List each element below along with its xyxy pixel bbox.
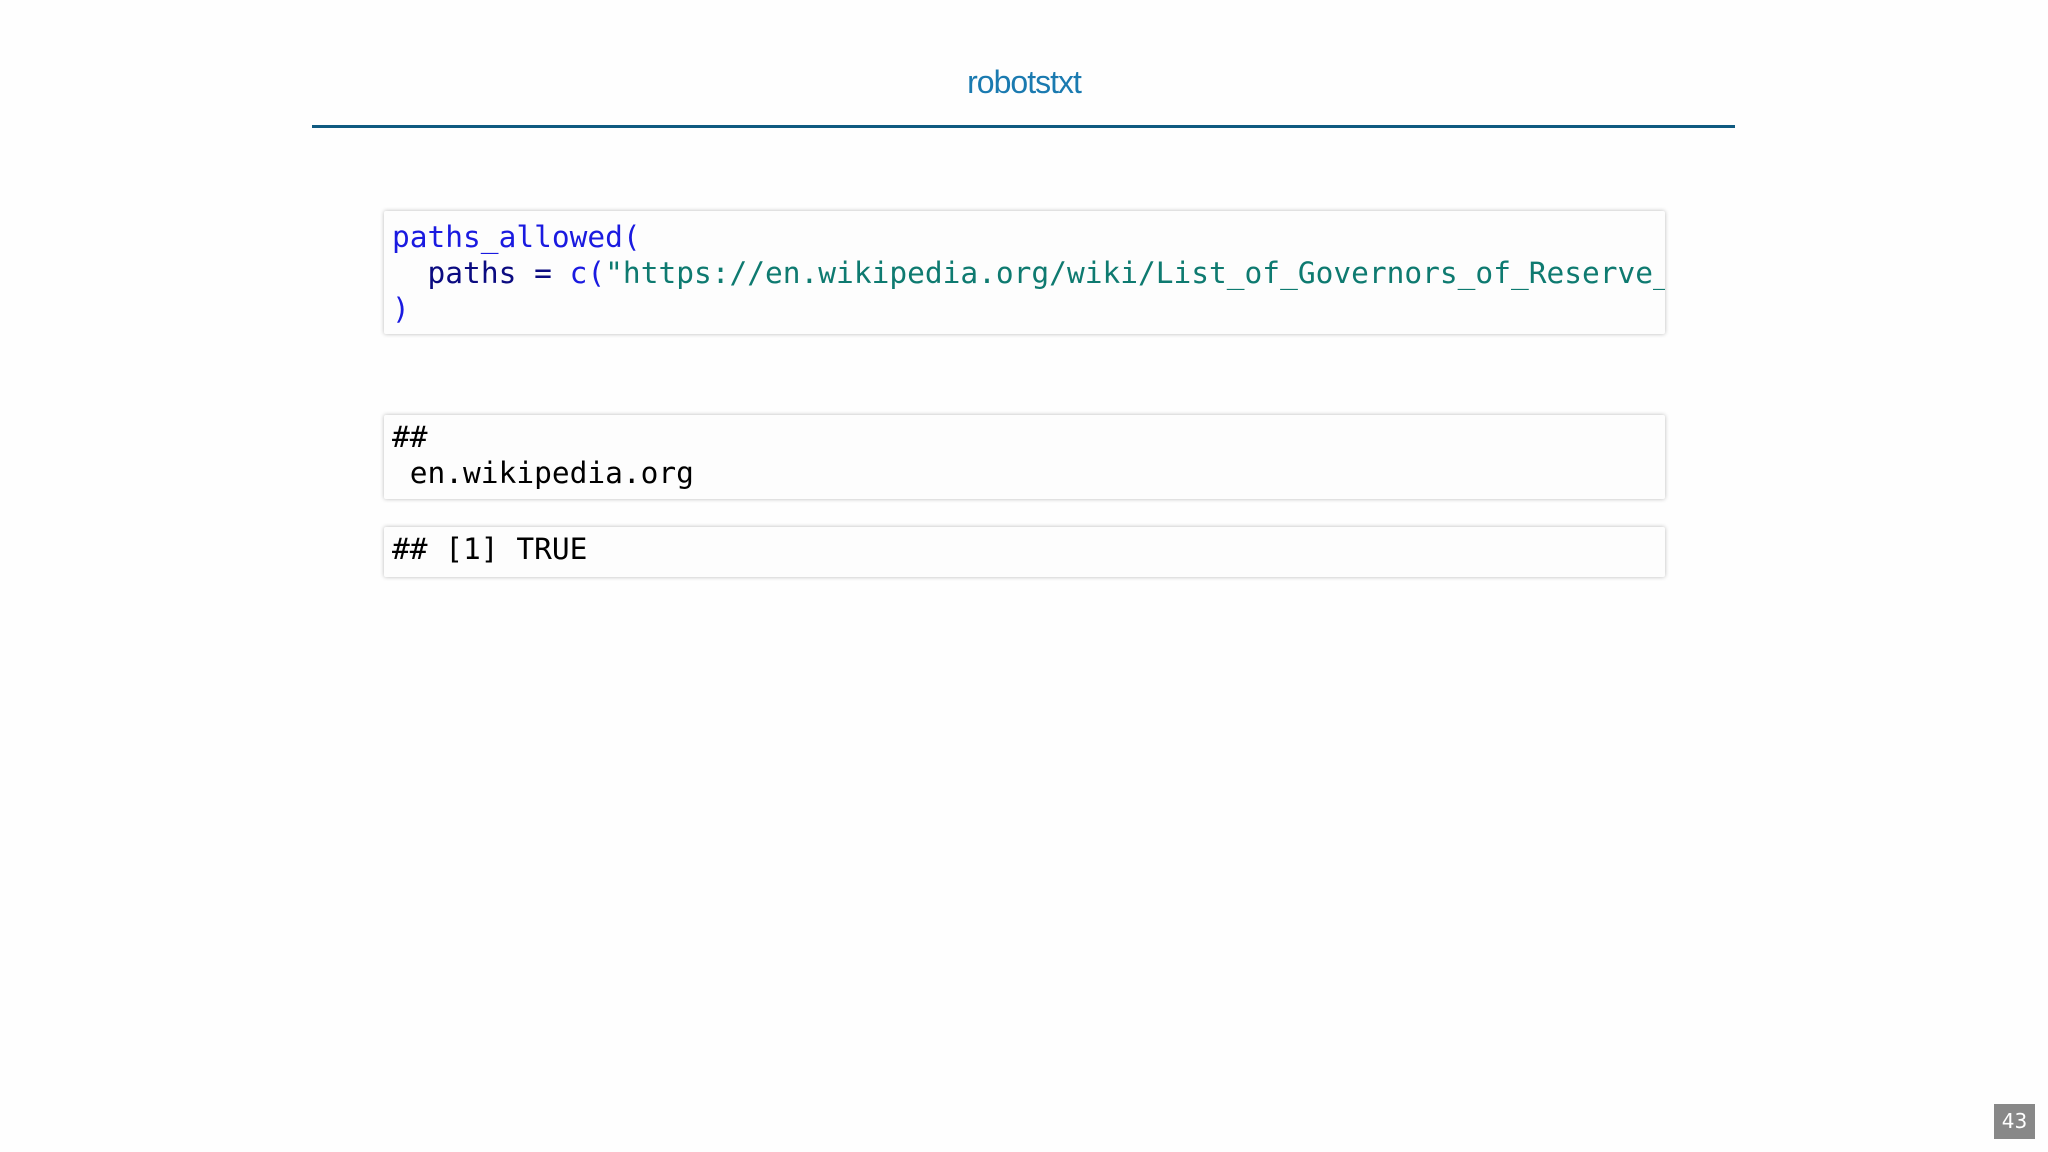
source-code-block[interactable]: paths_allowed( paths = c("https://en.wik… [384,211,1665,334]
title-divider [312,125,1735,128]
output-line: ## [1] TRUE [392,532,588,566]
code-argument-name: paths [427,256,517,290]
output-text: ## [1] TRUE [392,531,1665,567]
output-block-domain: ## en.wikipedia.org [384,415,1665,499]
slide-title: robotstxt [967,64,1082,100]
page-number-badge: 43 [1994,1104,2035,1139]
output-line: ## [392,420,428,454]
code-string-literal: "https://en.wikipedia.org/wiki/List_of_G… [605,256,1665,290]
output-line: en.wikipedia.org [392,456,694,490]
code-vector-call: c( [569,256,606,290]
code-function-call: paths_allowed( [392,220,641,254]
code-text: paths_allowed( paths = c("https://en.wik… [392,219,1665,327]
output-block-result: ## [1] TRUE [384,527,1665,577]
output-text: ## en.wikipedia.org [392,419,1665,491]
code-operator: = [516,256,570,290]
code-closing-paren: ) [392,292,410,326]
